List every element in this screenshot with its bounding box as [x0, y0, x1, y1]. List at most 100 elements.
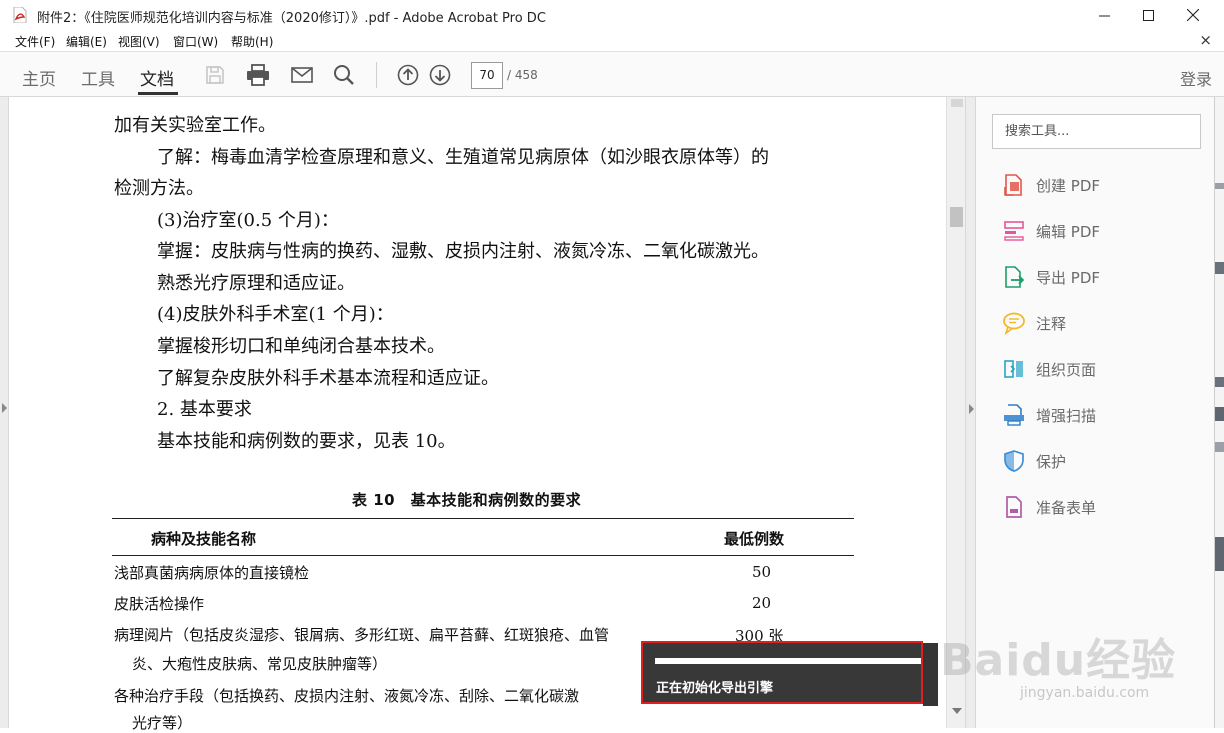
login-button[interactable]: 登录 [1180, 66, 1212, 90]
export-pdf-icon [1005, 266, 1025, 288]
table-cell: 浅部真菌病病原体的直接镜检 [114, 564, 310, 582]
tool-comment[interactable]: 注释 [1000, 308, 1200, 338]
menu-window[interactable]: 窗口(W) [173, 33, 218, 50]
page-total: / 458 [507, 68, 538, 82]
table-cell: 20 [752, 594, 772, 612]
tab-tools[interactable]: 工具 [81, 65, 115, 90]
print-button[interactable] [246, 63, 270, 87]
progress-message: 正在初始化导出引擎 [656, 681, 774, 696]
tool-export-pdf[interactable]: 导出 PDF [1000, 262, 1200, 292]
export-progress-toast: 正在初始化导出引擎 [641, 641, 923, 704]
doc-line: 了解复杂皮肤外科手术基本流程和适应证。 [157, 368, 499, 389]
table-cell: 各种治疗手段（包括换药、皮损内注射、液氮冷冻、刮除、二氧化碳激 [114, 687, 580, 705]
tool-label: 准备表单 [1036, 499, 1097, 517]
table-top-rule [112, 518, 854, 519]
tool-label: 注释 [1036, 315, 1067, 333]
chevron-right-icon [969, 404, 974, 414]
watermark-brand: Baidu经验 [940, 635, 1177, 686]
doc-line: 熟悉光疗原理和适应证。 [157, 273, 355, 294]
table-cell: 病理阅片（包括皮炎湿疹、银屑病、多形红斑、扁平苔藓、红斑狼疮、血管 [114, 626, 610, 644]
enhance-scan-icon [1004, 404, 1024, 426]
menu-edit[interactable]: 编辑(E) [66, 33, 107, 50]
acrobat-pdf-icon [13, 7, 27, 23]
doc-line: 了解：梅毒血清学检查原理和意义、生殖道常见病原体（如沙眼衣原体等）的 [157, 147, 769, 168]
tool-enhance-scan[interactable]: 增强扫描 [1000, 400, 1200, 430]
table-header-count: 最低例数 [724, 530, 785, 548]
edit-pdf-icon [1004, 221, 1024, 241]
close-window-button[interactable] [1170, 0, 1216, 30]
previous-page-button[interactable] [396, 63, 420, 87]
table-cell: 炎、大疱性皮肤病、常见皮肤肿瘤等） [132, 655, 388, 673]
table-cell: 50 [752, 563, 772, 581]
search-icon [334, 65, 354, 85]
doc-line: 加有关实验室工作。 [114, 115, 276, 136]
tool-prepare-form[interactable]: 准备表单 [1000, 492, 1200, 522]
table-title: 表 10 基本技能和病例数的要求 [352, 491, 582, 509]
doc-line: 掌握梭形切口和单纯闭合基本技术。 [157, 336, 445, 357]
edge-mark [1215, 442, 1224, 452]
menu-bar: 文件(F) 编辑(E) 视图(V) 窗口(W) 帮助(H) × [0, 30, 1224, 52]
prepare-form-icon [1006, 496, 1022, 518]
tab-document[interactable]: 文档 [140, 65, 174, 90]
minimize-icon [1098, 15, 1110, 16]
tool-edit-pdf[interactable]: 编辑 PDF [1000, 216, 1200, 246]
active-tab-indicator [138, 92, 178, 95]
tool-label: 保护 [1036, 453, 1067, 471]
progress-bar [655, 658, 921, 664]
watermark-url: jingyan.baidu.com [1020, 685, 1150, 701]
edge-mark [1215, 407, 1224, 421]
menu-help[interactable]: 帮助(H) [231, 33, 273, 50]
create-pdf-icon [1004, 174, 1022, 196]
maximize-button[interactable] [1125, 0, 1171, 30]
next-page-button[interactable] [428, 63, 452, 87]
save-button[interactable] [203, 63, 227, 87]
toolbar: 主页 工具 文档 70 / 458 登录 [0, 52, 1224, 97]
scroll-up-button[interactable] [951, 99, 963, 107]
doc-line: (4)皮肤外科手术室(1 个月)： [157, 304, 394, 325]
save-icon [206, 66, 224, 84]
tool-label: 导出 PDF [1036, 269, 1100, 287]
left-pane-toggle[interactable] [0, 97, 9, 728]
table-cell: 光疗等） [132, 714, 193, 732]
edge-mark [1215, 537, 1224, 571]
table-header-item: 病种及技能名称 [151, 530, 257, 548]
tab-home[interactable]: 主页 [22, 65, 56, 90]
menu-view[interactable]: 视图(V) [118, 33, 160, 50]
table-cell: 皮肤活检操作 [114, 595, 205, 613]
close-icon [1187, 9, 1199, 21]
email-icon [291, 67, 313, 83]
tool-label: 创建 PDF [1036, 177, 1100, 195]
search-tools-input[interactable]: 搜索工具... [992, 114, 1201, 149]
print-icon [247, 64, 269, 86]
toast-shadow [923, 643, 938, 706]
protect-icon [1004, 450, 1024, 472]
tool-label: 增强扫描 [1036, 407, 1097, 425]
doc-line: 基本技能和病例数的要求，见表 10。 [157, 431, 456, 452]
tool-label: 编辑 PDF [1036, 223, 1100, 241]
menu-file[interactable]: 文件(F) [15, 33, 55, 50]
doc-line: 检测方法。 [114, 178, 204, 199]
minimize-button[interactable] [1081, 0, 1127, 30]
edge-mark [1215, 183, 1224, 189]
edge-mark [1215, 262, 1224, 274]
email-button[interactable] [290, 63, 314, 87]
edge-mark [1215, 377, 1224, 387]
close-document-button[interactable]: × [1199, 31, 1212, 49]
background-window-edge [1214, 97, 1224, 728]
maximize-icon [1142, 9, 1154, 21]
doc-line: (3)治疗室(0.5 个月)： [157, 210, 339, 231]
find-button[interactable] [332, 63, 356, 87]
scrollbar-thumb[interactable] [950, 207, 963, 227]
tool-label: 组织页面 [1036, 361, 1097, 379]
tool-protect[interactable]: 保护 [1000, 446, 1200, 476]
tool-organize-pages[interactable]: 组织页面 [1000, 354, 1200, 384]
comment-icon [1003, 312, 1025, 335]
tool-create-pdf[interactable]: 创建 PDF [1000, 170, 1200, 200]
page-number-input[interactable]: 70 [471, 62, 503, 89]
arrow-up-circle-icon [397, 64, 419, 86]
acrobat-window: 附件2：《住院医师规范化培训内容与标准（2020修订）》.pdf - Adobe… [0, 0, 1224, 732]
table-header-rule [112, 555, 854, 556]
title-bar[interactable]: 附件2：《住院医师规范化培训内容与标准（2020修订）》.pdf - Adobe… [0, 0, 1224, 30]
chevron-right-icon [2, 403, 7, 413]
window-title: 附件2：《住院医师规范化培训内容与标准（2020修订）》.pdf - Adobe… [37, 11, 546, 26]
